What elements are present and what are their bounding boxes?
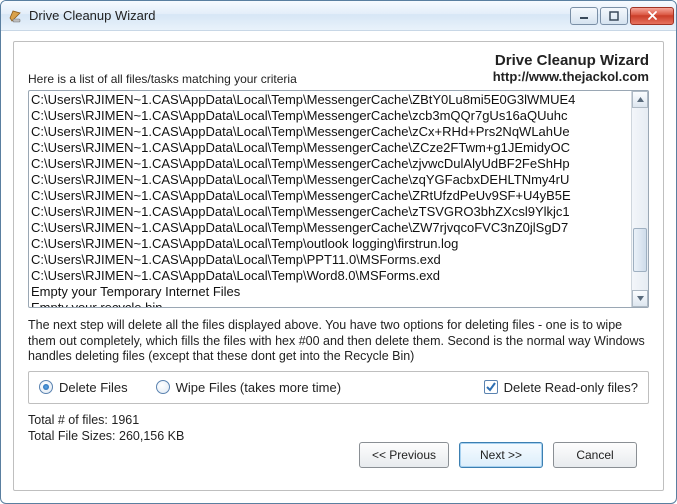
list-item[interactable]: C:\Users\RJIMEN~1.CAS\AppData\Local\Temp… [31,92,629,108]
list-item[interactable]: C:\Users\RJIMEN~1.CAS\AppData\Local\Temp… [31,124,629,140]
window-title: Drive Cleanup Wizard [29,8,570,23]
list-item[interactable]: C:\Users\RJIMEN~1.CAS\AppData\Local\Temp… [31,140,629,156]
criteria-label: Here is a list of all files/tasks matchi… [28,52,297,86]
wizard-window: Drive Cleanup Wizard Here is a list of a… [0,0,677,504]
list-item[interactable]: C:\Users\RJIMEN~1.CAS\AppData\Local\Temp… [31,268,629,284]
main-panel: Here is a list of all files/tasks matchi… [13,41,664,491]
option-delete-label: Delete Files [59,380,128,395]
scroll-track[interactable] [632,108,648,290]
file-list-viewport[interactable]: C:\Users\RJIMEN~1.CAS\AppData\Local\Temp… [29,91,631,307]
list-item[interactable]: C:\Users\RJIMEN~1.CAS\AppData\Local\Temp… [31,236,629,252]
next-button[interactable]: Next >> [459,442,543,468]
list-item[interactable]: C:\Users\RJIMEN~1.CAS\AppData\Local\Temp… [31,188,629,204]
scroll-thumb[interactable] [633,228,647,272]
option-wipe-label: Wipe Files (takes more time) [176,380,341,395]
list-item[interactable]: C:\Users\RJIMEN~1.CAS\AppData\Local\Temp… [31,108,629,124]
previous-button[interactable]: << Previous [359,442,449,468]
brand-url: http://www.thejackol.com [493,69,649,84]
list-item[interactable]: Empty your recycle bin [31,300,629,307]
options-group: Delete Files Wipe Files (takes more time… [28,371,649,404]
checkbox-readonly[interactable] [484,380,498,394]
file-list[interactable]: C:\Users\RJIMEN~1.CAS\AppData\Local\Temp… [28,90,649,308]
scroll-up-button[interactable] [632,91,648,108]
list-item[interactable]: C:\Users\RJIMEN~1.CAS\AppData\Local\Temp… [31,156,629,172]
radio-delete[interactable] [39,380,53,394]
cancel-button[interactable]: Cancel [553,442,637,468]
wizard-buttons: << Previous Next >> Cancel [359,442,637,468]
close-button[interactable] [630,7,674,25]
window-controls [570,7,674,25]
minimize-button[interactable] [570,7,598,25]
maximize-button[interactable] [600,7,628,25]
option-readonly[interactable]: Delete Read-only files? [484,380,638,395]
brand-block: Drive Cleanup Wizard http://www.thejacko… [493,52,649,84]
top-row: Here is a list of all files/tasks matchi… [28,52,649,86]
radio-wipe[interactable] [156,380,170,394]
app-icon [7,8,23,24]
option-readonly-label: Delete Read-only files? [504,380,638,395]
scroll-down-button[interactable] [632,290,648,307]
description-text: The next step will delete all the files … [28,318,649,365]
list-item[interactable]: C:\Users\RJIMEN~1.CAS\AppData\Local\Temp… [31,220,629,236]
list-item[interactable]: C:\Users\RJIMEN~1.CAS\AppData\Local\Temp… [31,252,629,268]
totals: Total # of files: 1961 Total File Sizes:… [28,412,649,445]
option-delete-files[interactable]: Delete Files [39,380,128,395]
list-item[interactable]: Empty your Temporary Internet Files [31,284,629,300]
total-files: Total # of files: 1961 [28,412,649,428]
option-wipe-files[interactable]: Wipe Files (takes more time) [156,380,341,395]
vertical-scrollbar[interactable] [631,91,648,307]
list-item[interactable]: C:\Users\RJIMEN~1.CAS\AppData\Local\Temp… [31,204,629,220]
list-item[interactable]: C:\Users\RJIMEN~1.CAS\AppData\Local\Temp… [31,172,629,188]
brand-title: Drive Cleanup Wizard [493,52,649,69]
titlebar[interactable]: Drive Cleanup Wizard [1,1,676,31]
content-area: Here is a list of all files/tasks matchi… [1,31,676,503]
